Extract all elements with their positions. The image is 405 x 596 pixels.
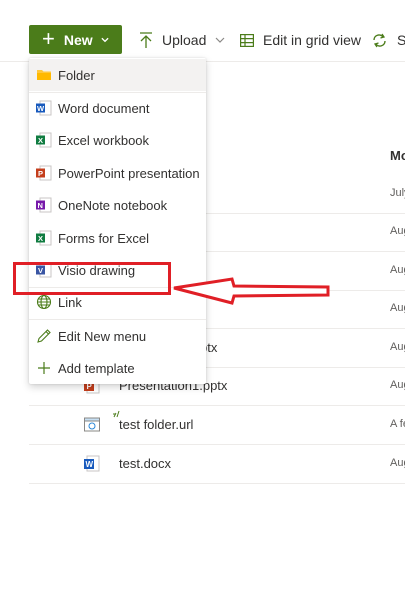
edit-grid-view-label: Edit in grid view: [263, 32, 362, 48]
modified-date: Aug: [390, 302, 405, 314]
menu-item-label: Link: [58, 295, 82, 310]
menu-item-forms-for-excel[interactable]: X Forms for Excel: [29, 222, 206, 254]
menu-item-folder[interactable]: Folder: [29, 59, 206, 91]
upload-button[interactable]: Upload: [139, 29, 234, 51]
sharepoint-library-view: + New Upload Edit in grid view Sy Mo Jul…: [0, 0, 405, 596]
powerpoint-icon: P: [36, 165, 52, 181]
folder-icon: [37, 70, 51, 80]
menu-item-excel-workbook[interactable]: X Excel workbook: [29, 124, 206, 156]
menu-item-add-template[interactable]: Add template: [29, 352, 206, 384]
list-row[interactable]: W test.docx Aug: [29, 445, 405, 484]
svg-text:P: P: [38, 169, 43, 178]
modified-date: Aug: [390, 264, 405, 276]
chevron-down-icon: [101, 37, 109, 42]
modified-date: Aug: [390, 341, 405, 353]
menu-item-powerpoint-presentation[interactable]: P PowerPoint presentation: [29, 157, 206, 189]
menu-item-label: Word document: [58, 101, 150, 116]
sync-label: Sy: [397, 32, 405, 48]
annotation-arrow-icon: [173, 277, 330, 305]
upload-label: Upload: [162, 32, 207, 48]
modified-column-header[interactable]: Mo: [390, 148, 405, 163]
new-button[interactable]: + New: [29, 25, 122, 54]
menu-item-label: Forms for Excel: [58, 231, 150, 246]
url-file-icon: [84, 417, 100, 432]
globe-icon: [36, 294, 52, 310]
command-bar: + New Upload Edit in grid view Sy: [0, 0, 405, 62]
menu-item-label: Excel workbook: [58, 133, 150, 148]
onenote-icon: N: [36, 197, 52, 213]
word-file-icon: W: [84, 455, 100, 472]
menu-item-label: Edit New menu: [58, 329, 147, 344]
plus-icon: +: [42, 25, 55, 51]
grid-icon: [240, 33, 254, 47]
excel-icon: X: [36, 132, 52, 148]
menu-item-label: Folder: [58, 68, 95, 83]
svg-text:X: X: [38, 136, 43, 145]
chevron-down-icon: [215, 37, 225, 43]
modified-date: A fe: [390, 418, 405, 430]
svg-text:W: W: [86, 460, 94, 469]
new-button-label: New: [63, 31, 93, 48]
modified-date: Aug: [390, 225, 405, 237]
modified-date: Aug: [390, 457, 405, 469]
plus-icon: [38, 362, 50, 374]
modified-date: July: [390, 187, 405, 199]
edit-grid-view-button[interactable]: Edit in grid view: [240, 29, 361, 51]
upload-icon: [140, 31, 152, 48]
forms-excel-icon: X: [36, 230, 52, 246]
svg-text:X: X: [38, 234, 43, 243]
menu-item-label: OneNote notebook: [58, 198, 168, 213]
menu-item-label: Add template: [58, 361, 135, 376]
sync-icon: [373, 33, 386, 47]
word-icon: W: [36, 100, 52, 116]
pencil-icon: [37, 329, 51, 343]
svg-text:N: N: [38, 201, 43, 210]
list-row[interactable]: test folder.url A fe: [29, 406, 405, 445]
menu-item-edit-new-menu[interactable]: Edit New menu: [29, 320, 206, 352]
menu-item-onenote-notebook[interactable]: N OneNote notebook: [29, 189, 206, 221]
svg-text:W: W: [37, 104, 45, 113]
sync-button[interactable]: Sy: [371, 29, 405, 51]
annotation-highlight-box: [13, 262, 171, 295]
modified-date: Aug: [390, 379, 405, 391]
menu-item-word-document[interactable]: W Word document: [29, 92, 206, 124]
new-menu: Folder W Word document X Excel workbook …: [29, 58, 206, 384]
file-name[interactable]: test.docx: [119, 456, 171, 471]
menu-item-label: PowerPoint presentation: [58, 166, 200, 181]
file-name[interactable]: test folder.url: [119, 417, 193, 432]
